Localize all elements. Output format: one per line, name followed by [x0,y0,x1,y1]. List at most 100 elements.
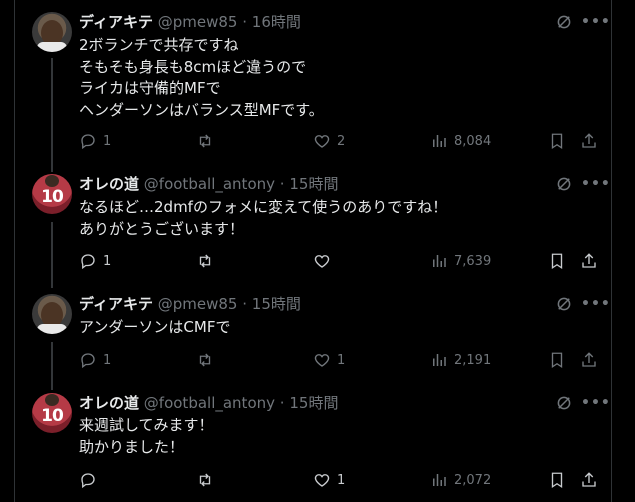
reply-icon [81,353,95,369]
display-name[interactable]: ディアキテ [79,13,153,31]
display-name[interactable]: オレの道 [79,175,139,193]
user-handle[interactable]: @pmew85 [158,295,238,313]
reply-icon [81,134,95,150]
views-count: 2,072 [454,472,492,488]
share-button[interactable] [580,131,598,151]
display-name[interactable]: オレの道 [79,394,139,412]
views-button[interactable]: 7,639 [430,251,491,271]
separator-dot: · [279,394,285,412]
repost-button[interactable] [196,251,220,271]
reply-button[interactable]: 1 [79,251,111,271]
share-icon [582,253,596,268]
thread-line [51,58,53,172]
more-icon[interactable]: ••• [581,174,610,194]
like-count: 2 [337,133,346,149]
views-icon [433,255,446,267]
bookmark-button[interactable] [548,350,566,370]
tweet-text: 2ボランチで共存ですね そもそも身長も8cmほど違うので ライカは守備的MFで … [79,36,324,119]
reply-button[interactable]: 1 [79,350,111,370]
bookmark-icon [551,472,563,489]
bookmark-icon [551,253,563,270]
thread-line [51,342,53,390]
reply-count: 1 [103,352,112,368]
views-count: 7,639 [454,253,492,269]
tweet-actions: 1 7,639 [79,251,611,271]
heart-icon [314,474,330,487]
separator-dot: · [279,175,285,193]
heart-icon [314,354,330,367]
views-button[interactable]: 8,084 [430,131,491,151]
avatar[interactable]: 10 [32,174,72,214]
heart-icon [314,135,330,148]
avatar-number: 10 [41,187,64,207]
repost-icon [199,254,211,268]
more-icon[interactable]: ••• [581,12,610,32]
reply-button[interactable]: 1 [79,131,111,151]
tweet-header: オレの道 @football_antony · 15時間 [79,174,338,194]
user-handle[interactable]: @football_antony [144,175,275,193]
bookmark-icon [551,352,563,369]
bookmark-button[interactable] [548,251,566,271]
heart-icon [314,255,330,268]
tweet-actions: 1 1 2,191 [79,350,611,370]
like-count: 1 [337,472,346,488]
repost-button[interactable] [196,131,220,151]
share-icon [582,133,596,148]
timestamp[interactable]: 15時間 [289,175,338,193]
timestamp[interactable]: 15時間 [252,295,301,313]
separator-dot: · [242,295,248,313]
repost-icon [199,134,211,148]
grok-icon[interactable] [555,295,573,313]
user-handle[interactable]: @football_antony [144,394,275,412]
views-count: 2,191 [454,352,492,368]
avatar-head [45,394,59,406]
tweet-text: なるほど…2dmfのフォメに変えて使うのありですね！ ありがとうございます！ [79,198,448,238]
avatar[interactable] [32,12,72,52]
repost-icon [199,473,211,487]
timestamp[interactable]: 16時間 [252,13,301,31]
tweet-header: ディアキテ @pmew85 · 15時間 [79,294,301,314]
avatar[interactable]: 10 [32,393,72,433]
reply-count: 1 [103,253,112,269]
timestamp[interactable]: 15時間 [289,394,338,412]
views-button[interactable]: 2,072 [430,470,491,490]
views-button[interactable]: 2,191 [430,350,491,370]
views-icon [433,135,446,147]
user-handle[interactable]: @pmew85 [158,13,238,31]
more-icon[interactable]: ••• [581,393,610,413]
share-icon [582,472,596,487]
share-icon [582,352,596,367]
repost-button[interactable] [196,350,220,370]
repost-icon [199,353,211,367]
share-button[interactable] [580,350,598,370]
grok-icon[interactable] [555,13,573,31]
reply-icon [81,473,95,489]
like-button[interactable] [313,251,337,271]
avatar-shirt [37,324,67,334]
bookmark-icon [551,133,563,150]
bookmark-button[interactable] [548,470,566,490]
timeline-column: ディアキテ @pmew85 · 16時間 ••• 2ボランチで共存ですね そもそ… [14,0,612,502]
separator-dot: · [242,13,248,31]
bookmark-button[interactable] [548,131,566,151]
more-icon[interactable]: ••• [581,294,610,314]
share-button[interactable] [580,251,598,271]
reply-count: 1 [103,133,112,149]
repost-button[interactable] [196,470,220,490]
display-name[interactable]: ディアキテ [79,295,153,313]
tweet-actions: 1 2,072 [79,470,611,490]
like-button[interactable]: 2 [313,131,345,151]
like-button[interactable]: 1 [313,470,345,490]
views-count: 8,084 [454,133,492,149]
reply-icon [81,254,95,270]
grok-icon[interactable] [555,175,573,193]
avatar[interactable] [32,294,72,334]
reply-button[interactable] [79,470,103,490]
avatar-number: 10 [41,406,64,426]
share-button[interactable] [580,470,598,490]
grok-icon[interactable] [555,394,573,412]
views-icon [433,474,446,486]
like-count: 1 [337,352,346,368]
like-button[interactable]: 1 [313,350,345,370]
tweet-header: オレの道 @football_antony · 15時間 [79,393,338,413]
